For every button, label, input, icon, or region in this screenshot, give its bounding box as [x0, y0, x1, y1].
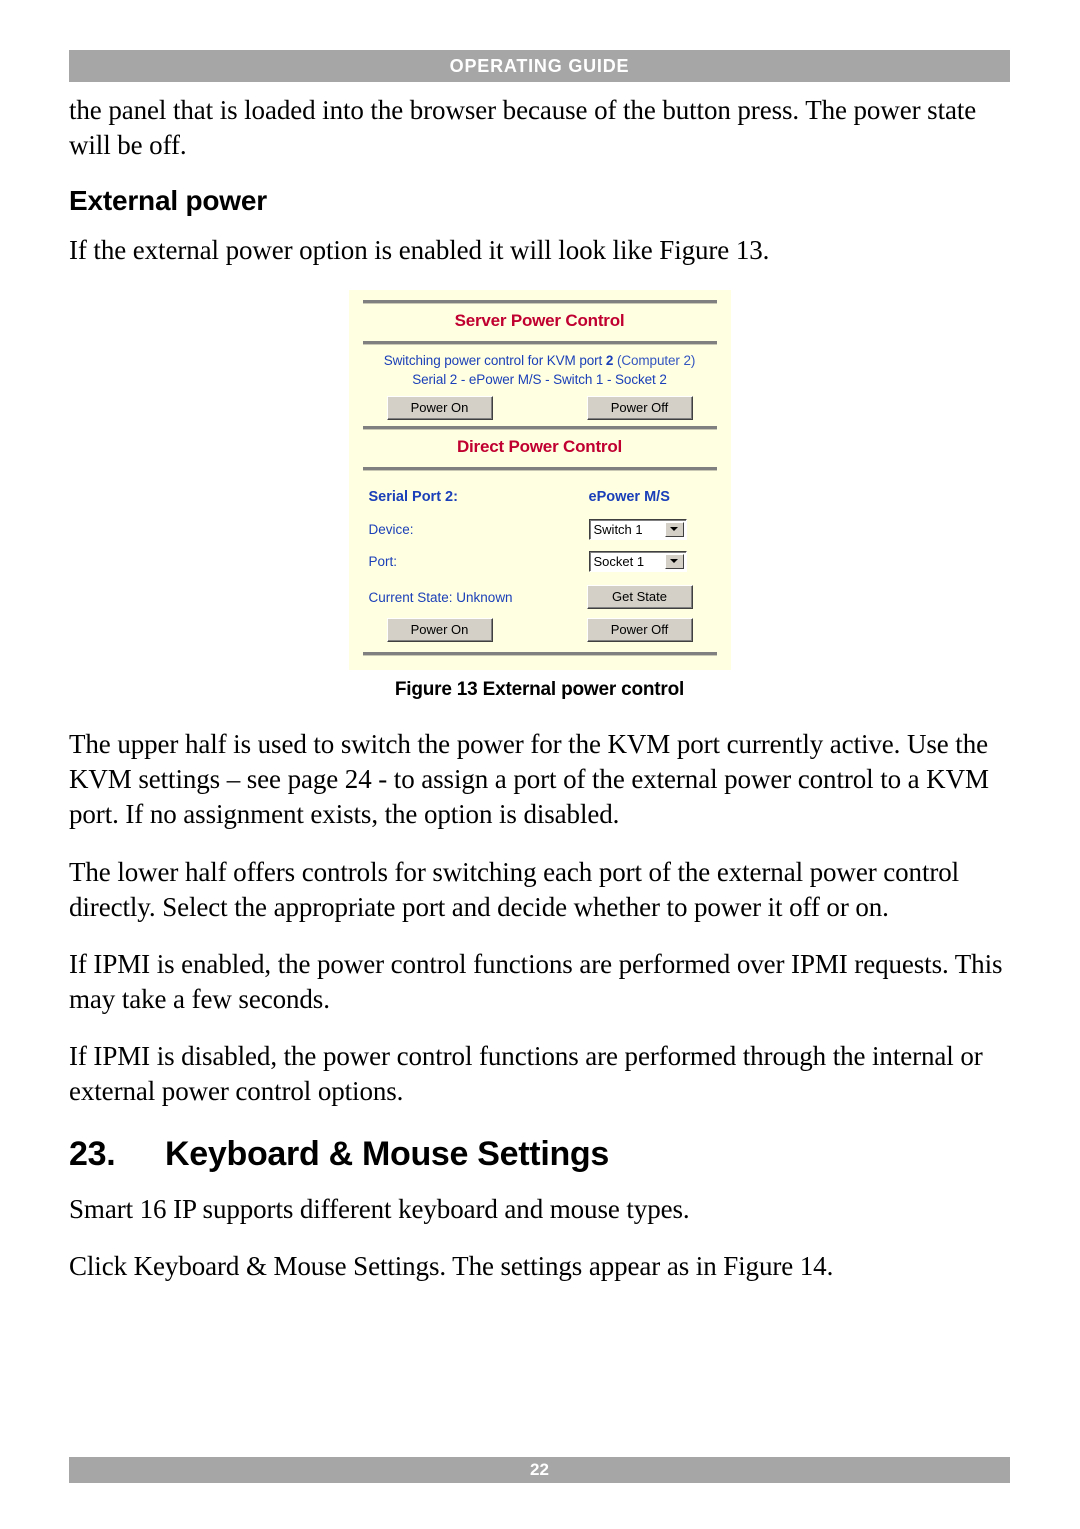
current-state-label: Current State: Unknown [368, 589, 513, 605]
server-power-on-button[interactable]: Power On [386, 396, 493, 421]
figure-intro-paragraph: If the external power option is enabled … [69, 235, 770, 266]
intro-paragraph: the panel that is loaded into the browse… [69, 95, 977, 161]
section-number: 23. [69, 1135, 116, 1174]
paragraph-ipmi-enabled: If IPMI is enabled, the power control fu… [69, 948, 1003, 1014]
port-select[interactable]: Socket 1 [588, 550, 687, 572]
figure-13: Server Power Control Switching power con… [69, 290, 1010, 701]
divider-above-direct-title [362, 426, 717, 431]
port-label: Port: [368, 553, 398, 569]
section-title: Keyboard & Mouse Settings [165, 1135, 610, 1174]
device-select-value: Switch 1 [593, 521, 643, 537]
direct-power-control-grid: Serial Port 2: ePower M/S Device: Switch… [363, 477, 717, 579]
subheading-external-power: External power [69, 185, 267, 217]
get-state-button[interactable]: Get State [586, 585, 693, 610]
page-content: the panel that is loaded into the browse… [69, 93, 1010, 1306]
paragraph-ipmi-disabled: If IPMI is disabled, the power control f… [69, 1040, 983, 1107]
chevron-down-icon[interactable] [664, 521, 684, 537]
server-power-off-button[interactable]: Power Off [586, 396, 693, 421]
divider-under-server-title [362, 341, 717, 346]
paragraph-click-settings: Click Keyboard & Mouse Settings. The set… [69, 1251, 834, 1282]
figure-caption: Figure 13 External power control [394, 679, 685, 701]
port-select-value: Socket 1 [593, 553, 645, 569]
direct-power-button-row: Power On Power Off [363, 611, 717, 648]
paragraph-lower-half: The lower half offers controls for switc… [69, 856, 960, 922]
paragraph-upper-half: The upper half is used to switch the pow… [69, 729, 989, 830]
device-row: Device: Switch 1 [369, 513, 715, 545]
page-number: 22 [530, 1460, 549, 1479]
serial-port-row: Serial Port 2: ePower M/S [369, 481, 715, 513]
chevron-down-icon[interactable] [664, 553, 684, 569]
device-select[interactable]: Switch 1 [588, 518, 687, 540]
server-power-button-row: Power On Power Off [363, 389, 717, 426]
divider-top [362, 300, 717, 305]
direct-power-on-button[interactable]: Power On [386, 618, 493, 643]
footer-bar: 22 [69, 1457, 1010, 1483]
kvm-port-prefix: Switching power control for KVM port [383, 353, 606, 369]
kvm-port-suffix: (Computer 2) [613, 353, 696, 369]
running-header: OPERATING GUIDE [69, 50, 1010, 82]
running-header-title: OPERATING GUIDE [449, 55, 630, 76]
serial-port-label: Serial Port 2: [368, 489, 458, 506]
direct-power-control-title: Direct Power Control [456, 437, 623, 457]
paragraph-smart16: Smart 16 IP supports different keyboard … [69, 1194, 690, 1225]
current-state-row: Current State: Unknown Get State [363, 579, 717, 611]
section-heading-keyboard-mouse: 23. Keyboard & Mouse Settings [69, 1135, 1010, 1174]
direct-power-off-button[interactable]: Power Off [586, 618, 693, 643]
epower-label: ePower M/S [588, 489, 670, 506]
port-row: Port: Socket 1 [369, 545, 715, 577]
document-page: OPERATING GUIDE the panel that is loaded… [0, 0, 1080, 1529]
server-power-control-title: Server Power Control [454, 311, 625, 331]
divider-under-direct-title [362, 467, 717, 472]
device-label: Device: [368, 521, 414, 537]
serial-chain-line: Serial 2 - ePower M/S - Switch 1 - Socke… [412, 372, 667, 388]
kvm-port-line: Switching power control for KVM port 2 (… [363, 351, 717, 370]
divider-bottom [362, 652, 717, 657]
external-power-control-screenshot: Server Power Control Switching power con… [348, 290, 731, 671]
